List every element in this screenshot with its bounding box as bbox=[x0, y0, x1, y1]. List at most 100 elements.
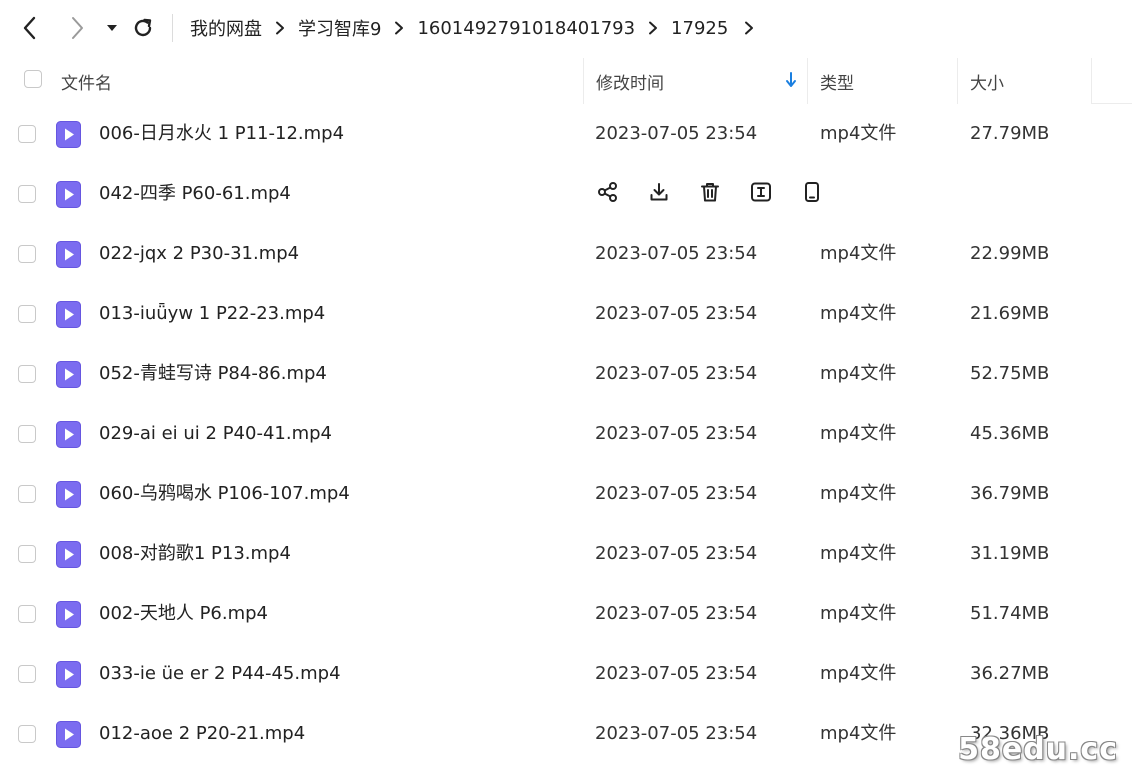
modified-time: 2023-07-05 23:54 bbox=[595, 423, 758, 444]
file-size: 52.75MB bbox=[970, 363, 1050, 384]
refresh-icon bbox=[134, 18, 152, 37]
history-dropdown-button[interactable] bbox=[99, 12, 125, 44]
file-type: mp4文件 bbox=[820, 543, 897, 564]
file-name[interactable]: 013-iuǖyw 1 P22-23.mp4 bbox=[99, 284, 325, 344]
rename-button[interactable] bbox=[748, 181, 774, 207]
video-file-icon bbox=[56, 241, 81, 268]
table-row[interactable]: 022-jqx 2 P30-31.mp4 2023-07-05 23:54 mp4文… bbox=[0, 224, 1132, 284]
download-button[interactable] bbox=[646, 181, 672, 207]
file-type: mp4文件 bbox=[820, 303, 897, 324]
select-all-checkbox[interactable] bbox=[24, 70, 42, 88]
file-name[interactable]: 042-四季 P60-61.mp4 bbox=[99, 164, 291, 224]
column-header-size[interactable]: 大小 bbox=[957, 58, 1091, 104]
arrow-down-icon bbox=[786, 72, 796, 87]
navigation-bar: 我的网盘 学习智库9 1601492791018401793 17925 bbox=[0, 0, 1132, 56]
file-type: mp4文件 bbox=[820, 123, 897, 144]
breadcrumb-item-folder[interactable]: 学习智库9 bbox=[298, 15, 381, 41]
table-row[interactable]: 042-四季 P60-61.mp4 bbox=[0, 164, 1132, 224]
video-file-icon bbox=[56, 481, 81, 508]
breadcrumb-expand-button[interactable] bbox=[728, 21, 754, 35]
row-checkbox[interactable] bbox=[18, 725, 36, 743]
row-checkbox[interactable] bbox=[18, 545, 36, 563]
nav-divider bbox=[172, 14, 173, 42]
chevron-right-icon bbox=[262, 21, 298, 35]
file-name[interactable]: 029-ai ei ui 2 P40-41.mp4 bbox=[99, 404, 332, 464]
table-row[interactable]: 052-青蛙写诗 P84-86.mp4 2023-07-05 23:54 mp4文件… bbox=[0, 344, 1132, 404]
column-header-name[interactable]: 文件名 bbox=[61, 58, 581, 104]
file-type: mp4文件 bbox=[820, 423, 897, 444]
phone-icon bbox=[801, 181, 823, 207]
row-checkbox[interactable] bbox=[18, 425, 36, 443]
breadcrumb-item-subfolder[interactable]: 1601492791018401793 bbox=[417, 18, 635, 39]
table-row[interactable]: 033-ie üe er 2 P44-45.mp4 2023-07-05 23:5… bbox=[0, 644, 1132, 704]
column-label: 类型 bbox=[820, 73, 854, 94]
file-size: 31.19MB bbox=[970, 543, 1050, 564]
column-header: 文件名 修改时间 类型 大小 bbox=[0, 58, 1132, 104]
video-file-icon bbox=[56, 721, 81, 748]
column-label: 文件名 bbox=[61, 73, 112, 94]
watermark: 58edu.cc bbox=[958, 732, 1118, 767]
column-header-time[interactable]: 修改时间 bbox=[583, 58, 807, 104]
column-label: 大小 bbox=[970, 73, 1004, 94]
file-name[interactable]: 012-aoe 2 P20-21.mp4 bbox=[99, 704, 305, 764]
breadcrumb-item-current[interactable]: 17925 bbox=[671, 18, 728, 39]
video-file-icon bbox=[56, 541, 81, 568]
file-name[interactable]: 008-对韵歌1 P13.mp4 bbox=[99, 524, 291, 584]
file-size: 36.27MB bbox=[970, 663, 1050, 684]
video-file-icon bbox=[56, 601, 81, 628]
file-name[interactable]: 006-日月水火 1 P11-12.mp4 bbox=[99, 104, 344, 164]
video-file-icon bbox=[56, 121, 81, 148]
row-checkbox[interactable] bbox=[18, 605, 36, 623]
video-file-icon bbox=[56, 181, 81, 208]
column-label: 修改时间 bbox=[596, 73, 664, 94]
table-row[interactable]: 008-对韵歌1 P13.mp4 2023-07-05 23:54 mp4文件 31.… bbox=[0, 524, 1132, 584]
file-name[interactable]: 002-天地人 P6.mp4 bbox=[99, 584, 268, 644]
row-checkbox[interactable] bbox=[18, 665, 36, 683]
phone-button[interactable] bbox=[799, 181, 825, 207]
file-size: 45.36MB bbox=[970, 423, 1050, 444]
caret-down-icon bbox=[107, 25, 117, 31]
file-size: 21.69MB bbox=[970, 303, 1050, 324]
back-button[interactable] bbox=[14, 12, 46, 44]
breadcrumb-item-root[interactable]: 我的网盘 bbox=[190, 15, 262, 41]
table-row[interactable]: 006-日月水火 1 P11-12.mp4 2023-07-05 23:54 mp4… bbox=[0, 104, 1132, 164]
modified-time: 2023-07-05 23:54 bbox=[595, 543, 758, 564]
table-row[interactable]: 013-iuǖyw 1 P22-23.mp4 2023-07-05 23:54 mp… bbox=[0, 284, 1132, 344]
chevron-right-icon bbox=[635, 21, 671, 35]
breadcrumb: 我的网盘 学习智库9 1601492791018401793 17925 bbox=[190, 14, 754, 42]
file-type: mp4文件 bbox=[820, 243, 897, 264]
file-name[interactable]: 060-乌鸦喝水 P106-107.mp4 bbox=[99, 464, 350, 524]
file-name[interactable]: 052-青蛙写诗 P84-86.mp4 bbox=[99, 344, 327, 404]
delete-button[interactable] bbox=[697, 181, 723, 207]
chevron-left-icon bbox=[23, 16, 36, 40]
file-type: mp4文件 bbox=[820, 483, 897, 504]
row-checkbox[interactable] bbox=[18, 305, 36, 323]
chevron-right-icon bbox=[745, 21, 754, 35]
forward-button[interactable] bbox=[61, 12, 93, 44]
delete-icon bbox=[699, 181, 721, 207]
chevron-right-icon bbox=[381, 21, 417, 35]
row-actions bbox=[595, 181, 850, 207]
video-file-icon bbox=[56, 661, 81, 688]
table-row[interactable]: 002-天地人 P6.mp4 2023-07-05 23:54 mp4文件 51.74… bbox=[0, 584, 1132, 644]
column-header-type[interactable]: 类型 bbox=[807, 58, 957, 104]
chevron-right-icon bbox=[72, 17, 83, 39]
row-checkbox[interactable] bbox=[18, 185, 36, 203]
file-type: mp4文件 bbox=[820, 603, 897, 624]
share-button[interactable] bbox=[595, 181, 621, 207]
file-size: 51.74MB bbox=[970, 603, 1050, 624]
file-name[interactable]: 022-jqx 2 P30-31.mp4 bbox=[99, 224, 299, 284]
file-name[interactable]: 033-ie üe er 2 P44-45.mp4 bbox=[99, 644, 341, 704]
row-checkbox[interactable] bbox=[18, 125, 36, 143]
row-checkbox[interactable] bbox=[18, 365, 36, 383]
row-checkbox[interactable] bbox=[18, 485, 36, 503]
column-header-spacer bbox=[1091, 58, 1132, 104]
modified-time: 2023-07-05 23:54 bbox=[595, 123, 758, 144]
refresh-button[interactable] bbox=[127, 12, 159, 44]
row-checkbox[interactable] bbox=[18, 245, 36, 263]
modified-time: 2023-07-05 23:54 bbox=[595, 243, 758, 264]
rename-icon bbox=[750, 181, 772, 207]
table-row[interactable]: 029-ai ei ui 2 P40-41.mp4 2023-07-05 23:5… bbox=[0, 404, 1132, 464]
table-row[interactable]: 060-乌鸦喝水 P106-107.mp4 2023-07-05 23:54 mp4… bbox=[0, 464, 1132, 524]
modified-time: 2023-07-05 23:54 bbox=[595, 723, 758, 744]
